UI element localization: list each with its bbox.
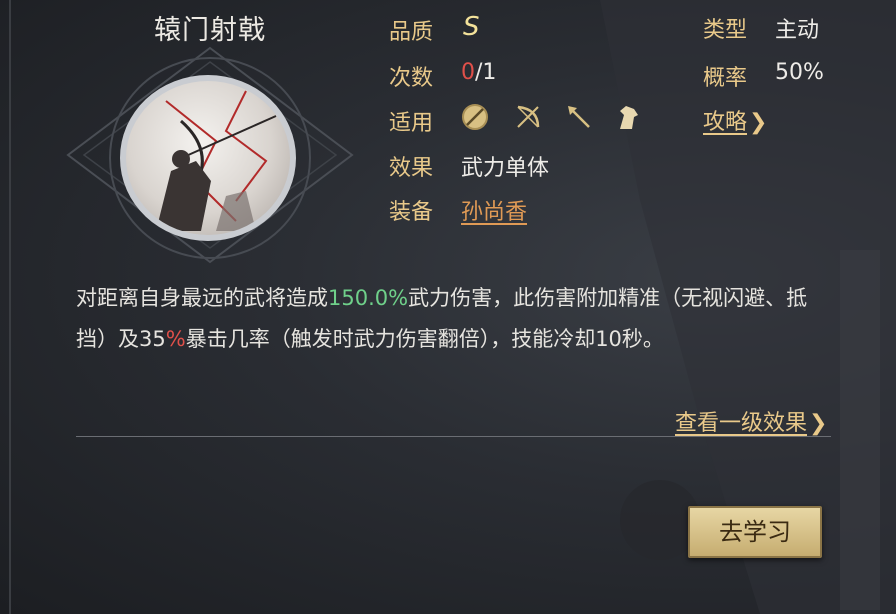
effect-label: 效果	[389, 156, 434, 181]
count-value: 0/1	[461, 60, 496, 85]
type-value: 主动	[775, 18, 820, 43]
bow-icon	[517, 105, 540, 128]
skill-portrait	[120, 75, 296, 241]
horse-icon	[620, 106, 638, 129]
damage-percent: 150.0%	[328, 286, 409, 310]
description-text-1: 对距离自身最远的武将造成	[76, 286, 328, 310]
shield-icon	[462, 104, 488, 130]
divider	[76, 436, 831, 437]
equip-label: 装备	[389, 200, 434, 225]
chevron-right-icon: ❯	[749, 110, 768, 135]
type-label: 类型	[703, 18, 748, 43]
rate-value: 50%	[775, 60, 824, 85]
view-level1-label: 查看一级效果	[675, 411, 808, 436]
quality-label: 品质	[389, 20, 434, 45]
count-total: /1	[475, 60, 497, 85]
equipped-general-link[interactable]: 孙尚香	[461, 194, 527, 226]
learn-button[interactable]: 去学习	[688, 506, 822, 558]
crit-percent-sign: %	[165, 327, 186, 351]
chevron-right-icon: ❯	[809, 411, 828, 436]
description-text-3: 暴击几率（触发时武力伤害翻倍），技能冷却10秒。	[185, 327, 664, 351]
archer-silhouette-icon	[156, 90, 277, 231]
applies-label: 适用	[389, 111, 434, 136]
view-level1-effect-link[interactable]: 查看一级效果❯	[675, 405, 827, 437]
count-label: 次数	[389, 66, 434, 91]
guide-link[interactable]: 攻略❯	[703, 104, 767, 136]
quality-value: S	[463, 12, 480, 42]
skill-description: 对距离自身最远的武将造成150.0%武力伤害，此伤害附加精准（无视闪避、抵挡）及…	[76, 278, 828, 360]
effect-value: 武力单体	[461, 156, 550, 181]
spear-icon	[568, 106, 590, 128]
rate-label: 概率	[703, 66, 748, 91]
count-used: 0	[461, 60, 475, 85]
guide-link-label: 攻略	[703, 110, 748, 135]
